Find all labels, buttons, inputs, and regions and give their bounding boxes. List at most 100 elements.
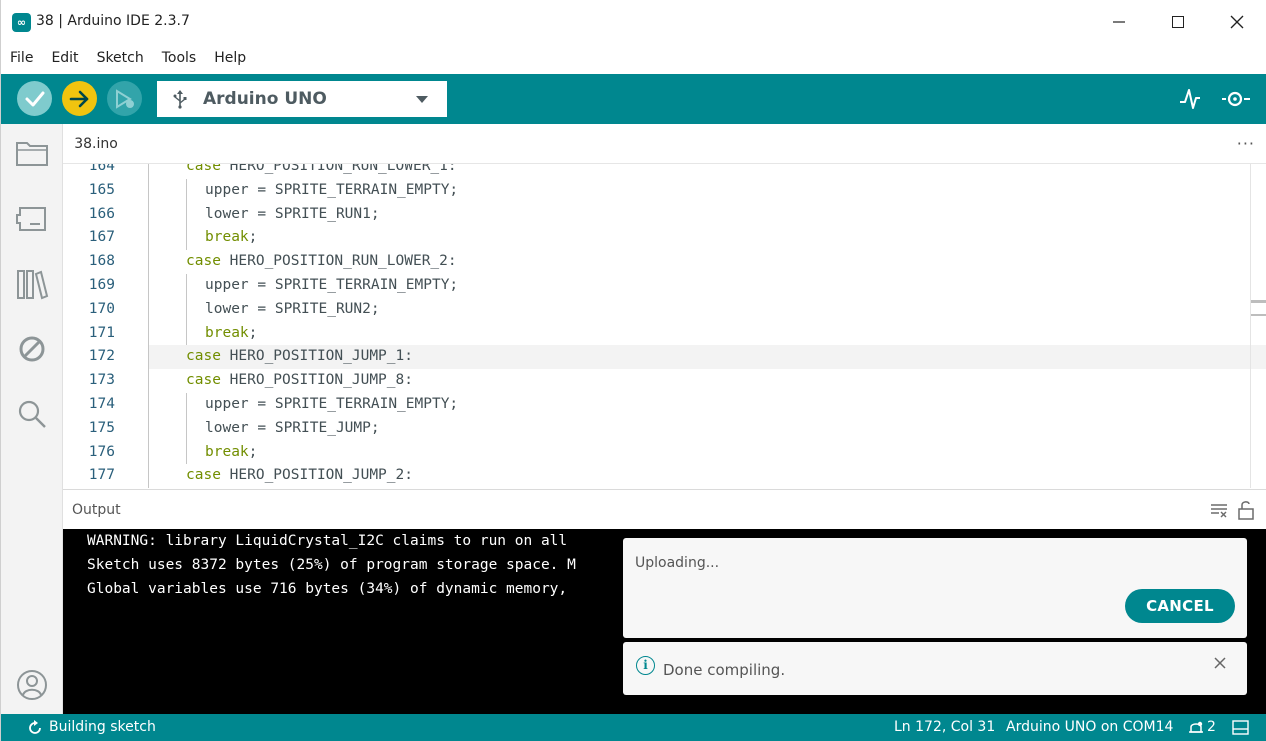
search-icon — [18, 400, 46, 428]
indent-guide — [186, 178, 187, 251]
line-number: 168 — [88, 253, 115, 270]
line-number: 172 — [88, 348, 115, 365]
code-rest: upper = SPRITE_TERRAIN_EMPTY; — [205, 277, 459, 293]
code-text: lower = SPRITE_RUN2; — [205, 298, 380, 322]
debug-button[interactable] — [107, 81, 142, 116]
menu-edit[interactable]: Edit — [51, 50, 78, 66]
status-bar: Building sketch Ln 172, Col 31 Arduino U… — [1, 714, 1266, 741]
line-number: 177 — [88, 467, 115, 484]
line-number: 171 — [88, 324, 115, 341]
notification-bell-icon[interactable] — [1188, 720, 1204, 736]
indent-guide — [186, 274, 187, 346]
profile-icon — [17, 670, 47, 700]
indent-guide — [186, 393, 187, 465]
code-line: 177 case HERO_POSITION_JUMP_2: — [63, 464, 1266, 488]
app-window: ∞ 38 | Arduino IDE 2.3.7 File Edit Sketc… — [0, 0, 1266, 741]
code-rest: lower = SPRITE_RUN1; — [205, 205, 380, 222]
info-icon: i — [636, 656, 655, 675]
indent-guide — [148, 164, 149, 488]
menu-file[interactable]: File — [10, 50, 33, 66]
code-rest: upper = SPRITE_TERRAIN_EMPTY; — [205, 396, 459, 412]
line-number: 173 — [88, 372, 115, 389]
code-text: break; — [205, 226, 257, 250]
code-text: break; — [205, 441, 257, 465]
close-icon[interactable] — [1213, 656, 1227, 670]
sidebar — [1, 124, 63, 714]
toggle-panel-icon[interactable] — [1232, 720, 1249, 735]
code-line: 175 lower = SPRITE_JUMP; — [63, 417, 1266, 441]
code-editor[interactable]: 164 case HERO_POSITION_RUN_LOWER_1: 165 upp… — [63, 164, 1266, 488]
code-rest: lower = SPRITE_JUMP; — [205, 419, 380, 436]
code-line: 174 upper = SPRITE_TERRAIN_EMPTY; — [63, 393, 1266, 417]
arduino-logo-icon: ∞ — [12, 13, 31, 32]
console-line: WARNING: library LiquidCrystal_I2C claim… — [87, 533, 568, 549]
code-line: 171 break; — [63, 322, 1266, 346]
upload-button[interactable] — [62, 81, 97, 116]
code-text: upper = SPRITE_TERRAIN_EMPTY; — [205, 179, 458, 203]
done-compiling-notification: i Done compiling. — [623, 642, 1247, 695]
board-port-status[interactable]: Arduino UNO on COM14 — [1006, 719, 1173, 735]
board-selector[interactable]: Arduino UNO — [157, 81, 447, 117]
maximize-button[interactable] — [1155, 8, 1201, 36]
cancel-upload-button[interactable]: CANCEL — [1125, 589, 1235, 623]
code-line: 169 upper = SPRITE_TERRAIN_EMPTY; — [63, 274, 1266, 298]
library-manager-button[interactable] — [15, 267, 49, 301]
code-text: case HERO_POSITION_RUN_LOWER_1: — [186, 164, 457, 179]
board-manager-button[interactable] — [15, 202, 49, 236]
lock-scroll-icon[interactable] — [1237, 500, 1255, 520]
code-rest: HERO_POSITION_JUMP_2: — [220, 467, 413, 484]
verify-icon — [25, 91, 44, 106]
line-number: 166 — [88, 205, 115, 222]
usb-icon — [173, 90, 187, 109]
debug-icon — [115, 88, 134, 109]
editor-scrollbar[interactable] — [1250, 164, 1251, 488]
cursor-position[interactable]: Ln 172, Col 31 — [894, 719, 995, 735]
tab-38-ino[interactable]: 38.ino — [63, 124, 129, 164]
sync-icon — [29, 720, 41, 734]
done-compiling-text: Done compiling. — [663, 661, 786, 679]
menu-tools[interactable]: Tools — [162, 50, 197, 66]
more-actions-icon[interactable]: ··· — [1237, 134, 1255, 153]
code-keyword: case — [186, 467, 221, 484]
code-keyword: case — [186, 372, 221, 389]
minimize-button[interactable] — [1096, 8, 1142, 36]
code-line: 166 lower = SPRITE_RUN1; — [63, 203, 1266, 227]
window-title: 38 | Arduino IDE 2.3.7 — [36, 13, 190, 29]
profile-button[interactable] — [15, 668, 49, 702]
menu-sketch[interactable]: Sketch — [97, 50, 144, 66]
line-number: 175 — [88, 419, 115, 436]
library-manager-icon — [17, 270, 49, 300]
code-line: 170 lower = SPRITE_RUN2; — [63, 298, 1266, 322]
serial-plotter-icon[interactable] — [1178, 86, 1202, 112]
debug-icon — [19, 336, 45, 362]
code-rest: ; — [248, 324, 258, 341]
debug-panel-button[interactable] — [15, 332, 49, 366]
scrollbar-thumb[interactable] — [1251, 300, 1266, 303]
line-number: 174 — [88, 396, 115, 412]
code-keyword: case — [186, 253, 221, 270]
search-button[interactable] — [15, 397, 49, 431]
upload-icon — [69, 90, 88, 107]
panel-divider[interactable] — [63, 489, 1266, 490]
output-title: Output — [72, 502, 121, 518]
code-text: upper = SPRITE_TERRAIN_EMPTY; — [205, 393, 458, 417]
code-text: case HERO_POSITION_JUMP_8: — [186, 369, 413, 393]
upload-status-text: Uploading... — [635, 555, 720, 571]
code-rest: ; — [248, 443, 258, 460]
output-header: Output — [63, 496, 1266, 528]
code-keyword: break — [205, 443, 249, 460]
code-rest: lower = SPRITE_RUN2; — [205, 300, 380, 317]
code-line: 167 break; — [63, 226, 1266, 250]
code-text: case HERO_POSITION_JUMP_1: — [186, 345, 413, 369]
close-window-button[interactable] — [1214, 8, 1260, 36]
verify-button[interactable] — [17, 81, 52, 116]
code-line: 168 case HERO_POSITION_RUN_LOWER_2: — [63, 250, 1266, 274]
maximize-icon — [1172, 16, 1184, 28]
line-number: 164 — [88, 164, 115, 174]
serial-monitor-icon[interactable] — [1220, 86, 1252, 112]
menu-help[interactable]: Help — [214, 50, 246, 66]
clear-output-icon[interactable] — [1209, 500, 1229, 520]
sketchbook-button[interactable] — [15, 136, 49, 170]
code-keyword: case — [186, 348, 221, 365]
notification-count: 2 — [1207, 719, 1216, 735]
